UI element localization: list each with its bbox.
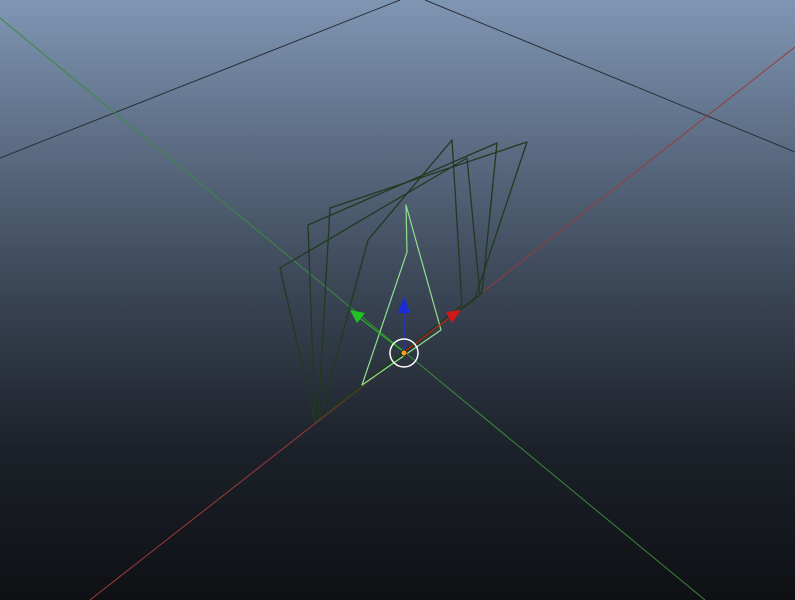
- selected-plane[interactable]: [361, 204, 442, 386]
- gizmo-z-arrow-icon[interactable]: [398, 296, 410, 313]
- grid-line: [0, 0, 401, 159]
- gizmo-y-shaft[interactable]: [356, 315, 405, 353]
- pivot-point-icon: [400, 349, 408, 357]
- translate-gizmo[interactable]: [350, 296, 461, 368]
- wireframe-object[interactable]: [279, 139, 528, 423]
- gizmo-x-shaft[interactable]: [403, 315, 453, 353]
- wireframe-plane[interactable]: [307, 142, 498, 423]
- world-y-axis: [0, 17, 706, 600]
- grid: [0, 0, 795, 159]
- wireframe-plane[interactable]: [319, 139, 463, 419]
- viewport-canvas[interactable]: [0, 0, 795, 600]
- 3d-viewport[interactable]: [0, 0, 795, 600]
- grid-line: [424, 0, 795, 153]
